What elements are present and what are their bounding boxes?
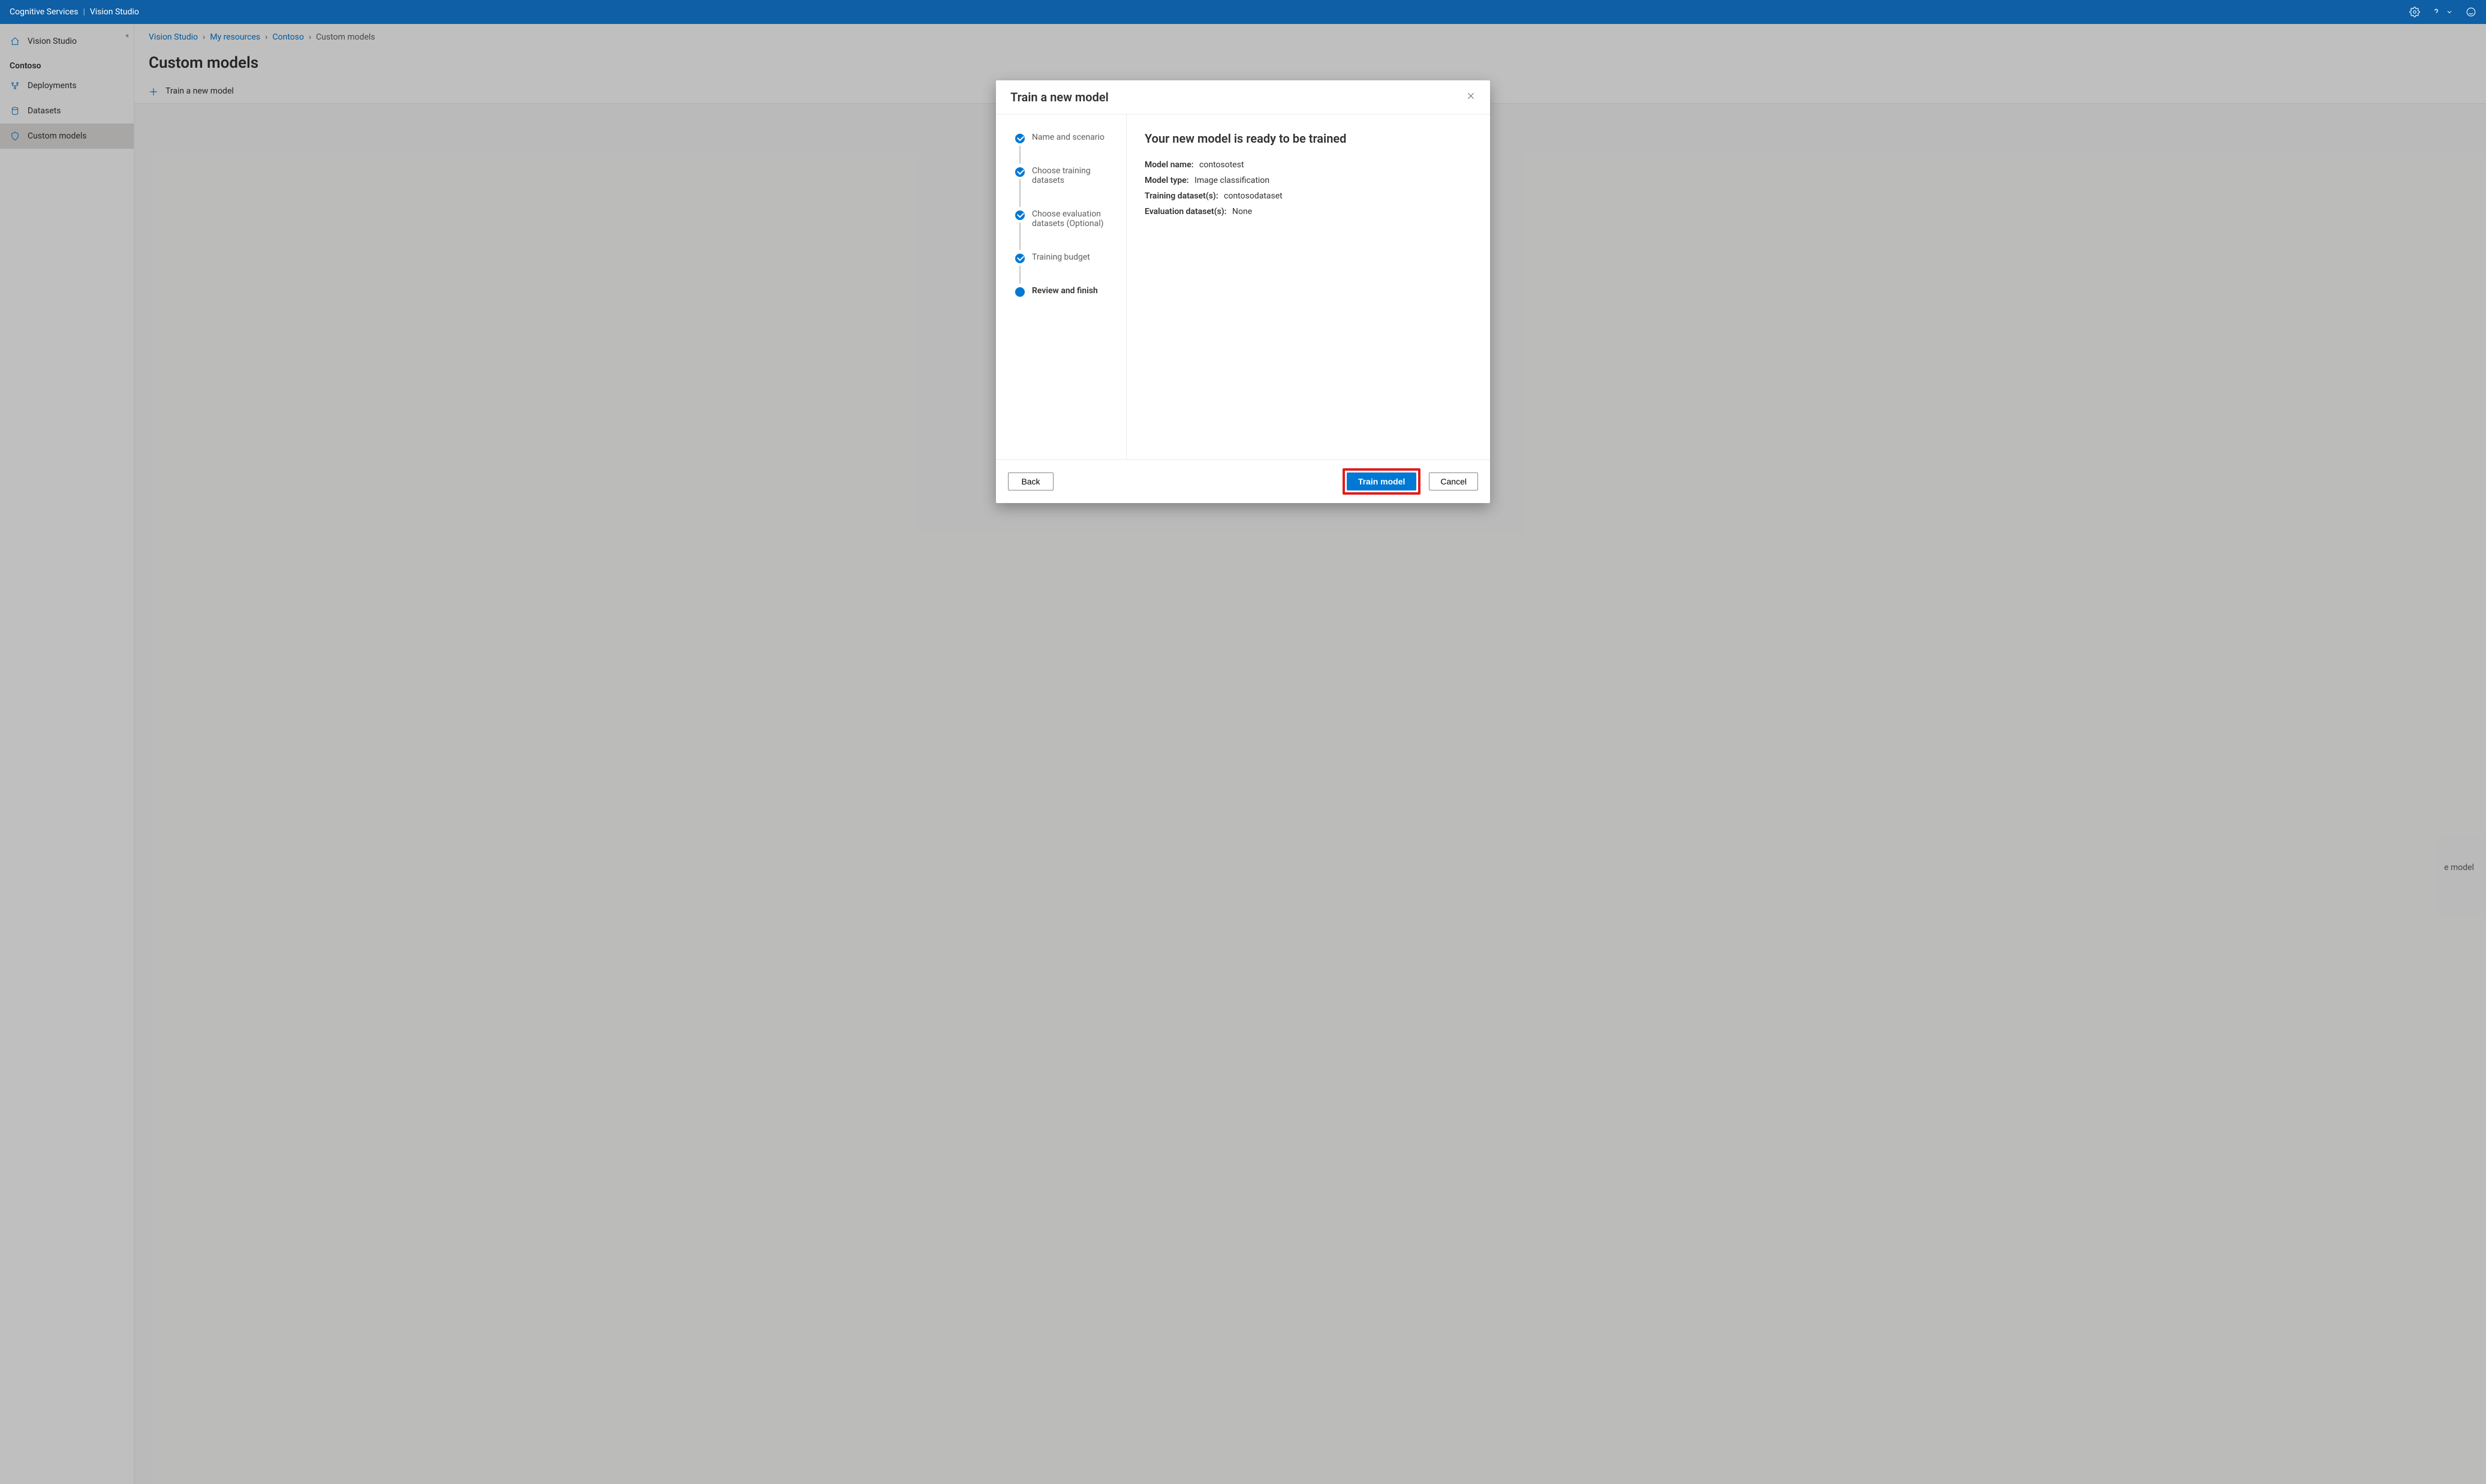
summary-value: Image classification	[1194, 176, 1269, 185]
summary-value: None	[1232, 207, 1252, 216]
app-label: Vision Studio	[90, 7, 139, 17]
wizard-step-label: Name and scenario	[1032, 133, 1104, 142]
wizard-step-review[interactable]: Review and finish	[1015, 286, 1115, 296]
wizard-step-training-datasets[interactable]: Choose training datasets	[1015, 166, 1115, 209]
brand-divider: |	[83, 7, 85, 17]
topbar: Cognitive Services | Vision Studio	[0, 0, 2486, 24]
modal-title: Train a new model	[1010, 90, 1109, 104]
summary-label: Model name:	[1145, 160, 1194, 170]
wizard-steps: Name and scenario Choose training datase…	[996, 115, 1127, 459]
feedback-icon[interactable]	[2466, 7, 2476, 17]
train-model-button[interactable]: Train model	[1347, 472, 1417, 490]
brand-label: Cognitive Services	[10, 7, 78, 17]
wizard-step-budget[interactable]: Training budget	[1015, 252, 1115, 286]
chevron-down-icon	[2444, 7, 2455, 17]
wizard-step-label: Choose training datasets	[1032, 166, 1091, 185]
train-model-modal: Train a new model Name and scenario Choo…	[996, 80, 1490, 503]
wizard-content: Your new model is ready to be trained Mo…	[1127, 115, 1490, 459]
summary-row-eval-ds: Evaluation dataset(s): None	[1145, 207, 1472, 216]
summary-label: Evaluation dataset(s):	[1145, 207, 1227, 216]
help-menu[interactable]	[2431, 7, 2455, 17]
summary-value: contosodataset	[1224, 191, 1283, 201]
summary-value: contosotest	[1199, 160, 1244, 170]
review-heading: Your new model is ready to be trained	[1145, 131, 1472, 146]
wizard-step-label: Training budget	[1032, 252, 1090, 262]
back-button[interactable]: Back	[1008, 472, 1054, 490]
cancel-button[interactable]: Cancel	[1429, 472, 1478, 490]
wizard-step-eval-datasets[interactable]: Choose evaluation datasets (Optional)	[1015, 209, 1115, 252]
modal-overlay: Train a new model Name and scenario Choo…	[0, 24, 2486, 1484]
wizard-step-name[interactable]: Name and scenario	[1015, 133, 1115, 166]
summary-row-train-ds: Training dataset(s): contosodataset	[1145, 191, 1472, 201]
summary-row-model-type: Model type: Image classification	[1145, 176, 1472, 185]
close-icon[interactable]	[1466, 91, 1476, 103]
wizard-step-label: Choose evaluation datasets (Optional)	[1032, 209, 1104, 228]
summary-row-model-name: Model name: contosotest	[1145, 160, 1472, 170]
help-icon	[2431, 7, 2442, 17]
summary-label: Training dataset(s):	[1145, 191, 1218, 201]
summary-label: Model type:	[1145, 176, 1189, 185]
highlight-annotation: Train model	[1343, 468, 1421, 495]
gear-icon[interactable]	[2409, 7, 2420, 17]
wizard-step-label: Review and finish	[1032, 286, 1098, 296]
